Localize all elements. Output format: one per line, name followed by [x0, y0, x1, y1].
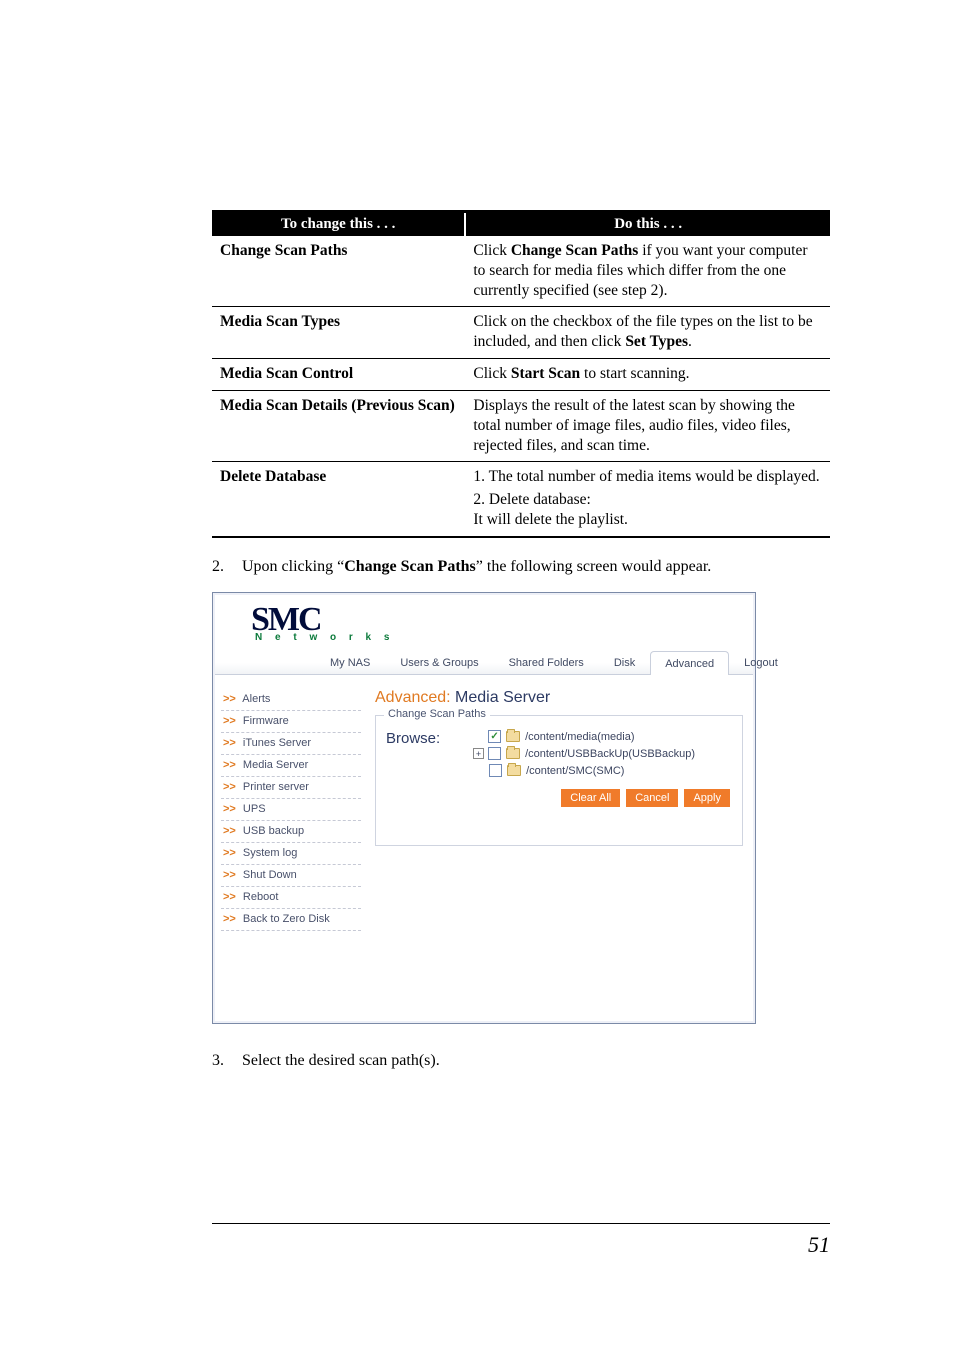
cancel-button[interactable]: Cancel — [626, 789, 678, 807]
sidebar-arrow-icon: >> — [223, 759, 236, 771]
sidebar-item-printer-server[interactable]: >> Printer server — [221, 777, 361, 799]
tab-users-groups[interactable]: Users & Groups — [385, 650, 493, 674]
sidebar: >> Alerts>> Firmware>> iTunes Server>> M… — [215, 675, 369, 1021]
page-number: 51 — [808, 1232, 830, 1258]
table-row: Change Scan PathsClick Change Scan Paths… — [212, 236, 830, 307]
sidebar-item-media-server[interactable]: >> Media Server — [221, 755, 361, 777]
sidebar-arrow-icon: >> — [223, 825, 236, 837]
tree-path: /content/media(media) — [525, 731, 634, 743]
table-cell-left: Media Scan Details (Previous Scan) — [212, 390, 465, 461]
tree-path: /content/SMC(SMC) — [526, 765, 624, 777]
sidebar-item-alerts[interactable]: >> Alerts — [221, 689, 361, 711]
table-cell-right: Click on the checkbox of the file types … — [465, 307, 830, 359]
checkbox[interactable] — [488, 747, 501, 760]
folder-tree: /content/media(media) + /content/USBBackUp… — [473, 728, 695, 779]
step-number: 3. — [212, 1050, 242, 1072]
tab-advanced[interactable]: Advanced — [650, 651, 729, 675]
tab-bar: My NASUsers & GroupsShared FoldersDiskAd… — [215, 649, 753, 675]
folder-icon — [506, 731, 520, 742]
tree-row[interactable]: /content/media(media) — [473, 728, 695, 745]
sidebar-item-back-to-zero-disk[interactable]: >> Back to Zero Disk — [221, 909, 361, 931]
sidebar-arrow-icon: >> — [223, 913, 236, 925]
tab-shared-folders[interactable]: Shared Folders — [494, 650, 599, 674]
main-panel: Advanced: Media Server Change Scan Paths… — [369, 675, 753, 1021]
sidebar-arrow-icon: >> — [223, 693, 236, 705]
sidebar-item-ups[interactable]: >> UPS — [221, 799, 361, 821]
apply-button[interactable]: Apply — [684, 789, 730, 807]
table-row: Media Scan Details (Previous Scan)Displa… — [212, 390, 830, 461]
table-cell-left: Media Scan Types — [212, 307, 465, 359]
options-table: To change this . . . Do this . . . Chang… — [212, 210, 830, 538]
table-header-right: Do this . . . — [465, 212, 830, 237]
table-cell-right: Click Change Scan Paths if you want your… — [465, 236, 830, 307]
folder-icon — [506, 748, 520, 759]
step-3: 3. Select the desired scan path(s). — [212, 1050, 830, 1072]
step-text: Upon clicking “Change Scan Paths” the fo… — [242, 556, 830, 578]
sidebar-item-shut-down[interactable]: >> Shut Down — [221, 865, 361, 887]
tab-logout[interactable]: Logout — [729, 650, 793, 674]
step-text: Select the desired scan path(s). — [242, 1050, 830, 1072]
tree-path: /content/USBBackUp(USBBackup) — [525, 748, 695, 760]
logo-text: SMC — [251, 605, 735, 636]
sidebar-arrow-icon: >> — [223, 803, 236, 815]
sidebar-item-itunes-server[interactable]: >> iTunes Server — [221, 733, 361, 755]
table-header-left: To change this . . . — [212, 212, 465, 237]
sidebar-item-usb-backup[interactable]: >> USB backup — [221, 821, 361, 843]
step-2: 2. Upon clicking “Change Scan Paths” the… — [212, 556, 830, 578]
embedded-screenshot: SMC N e t w o r k s My NASUsers & Groups… — [212, 592, 756, 1025]
sidebar-item-label: System log — [240, 847, 297, 859]
sidebar-item-label: Media Server — [240, 759, 308, 771]
sidebar-arrow-icon: >> — [223, 847, 236, 859]
sidebar-item-label: Shut Down — [240, 869, 297, 881]
tab-disk[interactable]: Disk — [599, 650, 650, 674]
change-scan-paths-fieldset: Change Scan Paths Browse: /content/media… — [375, 715, 743, 846]
sidebar-arrow-icon: >> — [223, 891, 236, 903]
sidebar-item-label: iTunes Server — [240, 737, 311, 749]
table-cell-left: Delete Database — [212, 462, 465, 537]
table-row: Delete Database1. The total number of me… — [212, 462, 830, 537]
sidebar-arrow-icon: >> — [223, 781, 236, 793]
logo-area: SMC N e t w o r k s — [215, 595, 753, 650]
sidebar-item-label: Back to Zero Disk — [240, 913, 330, 925]
clear-all-button[interactable]: Clear All — [561, 789, 620, 807]
expand-icon[interactable]: + — [473, 748, 484, 759]
table-cell-right: 1. The total number of media items would… — [465, 462, 830, 537]
tree-row[interactable]: + /content/USBBackUp(USBBackup) — [473, 745, 695, 762]
table-cell-right: Displays the result of the latest scan b… — [465, 390, 830, 461]
sidebar-arrow-icon: >> — [223, 869, 236, 881]
checkbox[interactable] — [489, 764, 502, 777]
sidebar-item-label: Firmware — [240, 715, 289, 727]
sidebar-arrow-icon: >> — [223, 715, 236, 727]
table-cell-left: Change Scan Paths — [212, 236, 465, 307]
sidebar-item-reboot[interactable]: >> Reboot — [221, 887, 361, 909]
sidebar-item-system-log[interactable]: >> System log — [221, 843, 361, 865]
fieldset-legend: Change Scan Paths — [384, 708, 490, 720]
table-row: Media Scan ControlClick Start Scan to st… — [212, 359, 830, 391]
checkbox[interactable] — [488, 730, 501, 743]
footer-rule — [212, 1223, 830, 1224]
folder-icon — [507, 765, 521, 776]
sidebar-arrow-icon: >> — [223, 737, 236, 749]
sidebar-item-label: UPS — [240, 803, 266, 815]
logo-subtitle: N e t w o r k s — [255, 632, 735, 643]
table-cell-right: Click Start Scan to start scanning. — [465, 359, 830, 391]
tree-row[interactable]: /content/SMC(SMC) — [473, 762, 695, 779]
browse-label: Browse: — [386, 730, 470, 747]
tab-my-nas[interactable]: My NAS — [315, 650, 385, 674]
table-row: Media Scan TypesClick on the checkbox of… — [212, 307, 830, 359]
sidebar-item-label: USB backup — [240, 825, 304, 837]
table-cell-left: Media Scan Control — [212, 359, 465, 391]
sidebar-item-label: Reboot — [240, 891, 279, 903]
step-number: 2. — [212, 556, 242, 578]
sidebar-item-label: Printer server — [240, 781, 309, 793]
page-title: Advanced: Media Server — [375, 689, 743, 707]
sidebar-item-firmware[interactable]: >> Firmware — [221, 711, 361, 733]
button-row: Clear All Cancel Apply — [386, 789, 732, 807]
sidebar-item-label: Alerts — [240, 693, 271, 705]
